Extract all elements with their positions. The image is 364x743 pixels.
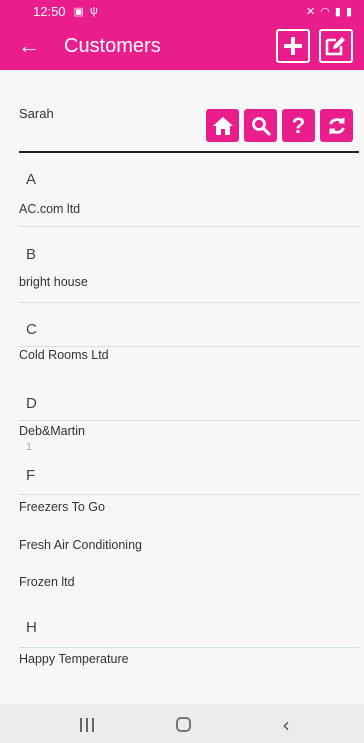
section-header-h: H — [26, 619, 37, 636]
section-header-a: A — [26, 171, 37, 188]
edit-button[interactable] — [319, 29, 353, 63]
page-title: Customers — [64, 34, 161, 57]
customer-list[interactable]: A AC.com ltd B bright house C Cold Rooms… — [0, 154, 364, 704]
back-nav-icon[interactable]: ‹ — [282, 715, 290, 735]
divider — [19, 346, 359, 347]
list-item[interactable]: Happy Temperature — [19, 652, 129, 666]
section-header-d: D — [26, 395, 37, 412]
system-nav-bar: ‹ — [0, 704, 364, 743]
list-item[interactable]: AC.com ltd — [19, 202, 80, 216]
refresh-button[interactable] — [320, 109, 353, 142]
wifi-icon: ◠ — [320, 5, 330, 18]
search-icon — [251, 116, 271, 136]
section-header-c: C — [26, 321, 37, 338]
plus-icon — [284, 37, 302, 55]
divider — [19, 226, 359, 227]
help-icon: ? — [291, 112, 306, 138]
mute-icon: ✕ — [306, 5, 316, 18]
divider — [19, 494, 359, 495]
name-underline — [19, 151, 359, 153]
app-bar: ← Customers — [0, 22, 364, 70]
home-button[interactable] — [206, 109, 239, 142]
help-button[interactable]: ? — [282, 109, 315, 142]
recent-apps-icon[interactable] — [80, 718, 94, 732]
divider — [19, 302, 359, 303]
gallery-icon: ▣ — [73, 5, 84, 18]
list-item[interactable]: Frozen ltd — [19, 575, 75, 589]
divider — [19, 647, 359, 648]
status-bar: 12:50 ▣ ψ ✕ ◠ ▮ ▮ — [0, 0, 364, 22]
list-item-count: 1 — [26, 441, 33, 453]
battery-icon: ▮ — [345, 5, 352, 18]
section-header-f: F — [26, 467, 36, 484]
status-time: 12:50 — [33, 3, 66, 19]
list-item[interactable]: Fresh Air Conditioning — [19, 538, 142, 552]
list-item[interactable]: Cold Rooms Ltd — [19, 348, 109, 362]
divider — [19, 420, 359, 421]
list-item[interactable]: Freezers To Go — [19, 500, 105, 514]
home-nav-icon[interactable] — [176, 717, 191, 732]
back-arrow-icon[interactable]: ← — [18, 35, 58, 57]
edit-icon — [325, 37, 345, 56]
list-item[interactable]: bright house — [19, 275, 88, 289]
user-name: Sarah — [19, 106, 54, 121]
add-customer-button[interactable] — [276, 29, 310, 63]
signal-icon: ▮ — [334, 5, 341, 18]
search-button[interactable] — [244, 109, 277, 142]
section-header-b: B — [26, 246, 37, 263]
usb-icon: ψ — [89, 5, 98, 17]
refresh-icon — [328, 117, 345, 134]
home-icon — [212, 116, 233, 135]
list-item[interactable]: Deb&Martin — [19, 424, 85, 438]
